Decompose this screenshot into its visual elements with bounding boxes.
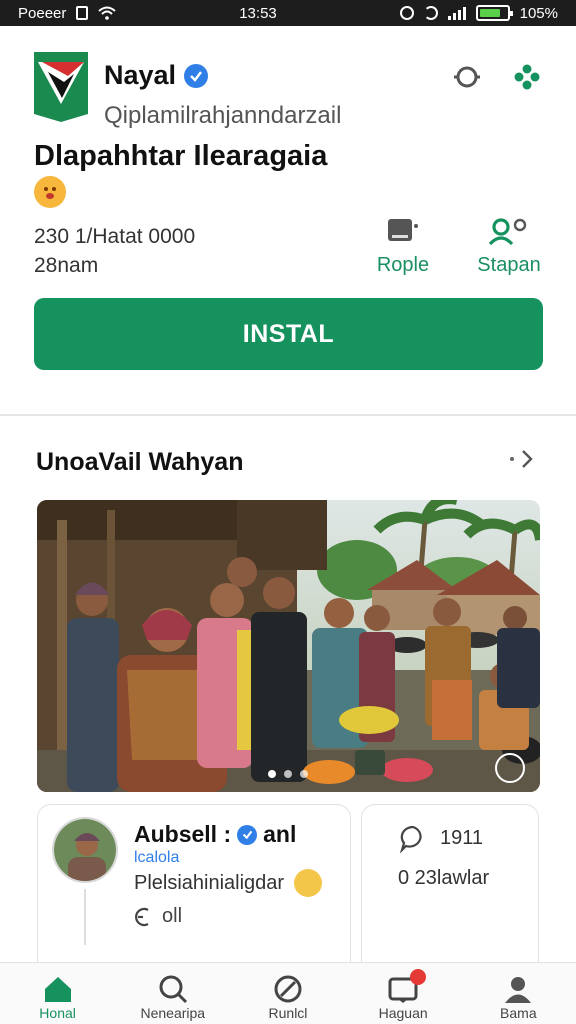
device-icon (358, 214, 448, 248)
more-dot-icon (510, 457, 514, 461)
alarm-icon (399, 6, 414, 20)
people-label: Rople (376, 254, 430, 276)
nav-label-inbox: Haguan (378, 1005, 428, 1021)
comment-author-name: Aubsell : (134, 821, 232, 847)
stapan-label: Stapan (477, 254, 541, 276)
nav-label-search: Nenearipa (140, 1005, 206, 1021)
emoji-reaction-icon (34, 176, 66, 208)
market-photo[interactable] (37, 500, 540, 792)
app-name: Nayal (104, 60, 209, 91)
section-more-button[interactable] (510, 448, 534, 470)
section-title: UnoaVail Wahyan (36, 448, 244, 476)
settings-icon[interactable] (450, 60, 484, 94)
avatar[interactable] (52, 817, 118, 883)
section-divider (0, 414, 576, 416)
comment-author-suffix: anl (263, 821, 297, 847)
wifi-icon (98, 6, 117, 20)
comments-count[interactable]: 1911 (398, 823, 483, 853)
clock: 13:53 (239, 4, 277, 22)
stapan-button[interactable]: Stapan (464, 214, 554, 277)
stats-line-1: 230 1/Hatat 0000 (34, 225, 196, 248)
profile-icon (463, 973, 573, 1005)
comment-tag: lcalola (134, 849, 180, 866)
home-icon (3, 973, 113, 1005)
carousel-dots[interactable] (268, 770, 308, 778)
install-button[interactable]: INSTAL (34, 298, 543, 370)
nav-label-home: Honal (39, 1005, 76, 1021)
verified-badge-icon (237, 824, 258, 845)
comment-text: Plelsiahinialigdar (134, 869, 323, 897)
nav-label-explore: Runlcl (268, 1005, 308, 1021)
search-icon (118, 973, 228, 1005)
nav-item-inbox[interactable]: Haguan (348, 963, 458, 1024)
bottom-nav: Honal Nenearipa Runlcl Haguan Bama (0, 962, 576, 1024)
chevron-right-icon (522, 450, 533, 468)
comment-author[interactable]: Aubsell : anl (134, 821, 296, 848)
carousel-dot[interactable] (268, 770, 276, 778)
sim-icon (76, 6, 89, 20)
carousel-dot[interactable] (300, 770, 308, 778)
reply-label: oll (162, 905, 183, 927)
page-title: Dlapahhtar Ilearagaia (34, 140, 328, 172)
lawlar-count: 0 23lawlar (398, 867, 490, 889)
carousel-dot[interactable] (284, 770, 292, 778)
smile-emoji-icon (294, 869, 323, 897)
app-stats: 230 1/Hatat 0000 28nam (34, 222, 195, 280)
compass-icon (233, 973, 343, 1005)
comment-text-body: Plelsiahinialigdar (134, 871, 285, 894)
inbox-icon (348, 973, 458, 1005)
app-handle: Qiplamilrahjanndarzail (104, 102, 342, 129)
status-bar: Poeeer 13:53 105% (0, 0, 576, 26)
thread-line (84, 889, 86, 945)
nav-item-search[interactable]: Nenearipa (118, 963, 228, 1024)
people-button[interactable]: Rople (358, 214, 448, 277)
share-icon[interactable] (510, 60, 544, 94)
reply-icon (135, 907, 149, 926)
people-icon (464, 214, 554, 248)
reply-button[interactable]: oll (134, 905, 182, 928)
nav-label-profile: Bama (500, 1005, 537, 1021)
battery-percent: 105% (519, 4, 558, 22)
nav-item-home[interactable]: Honal (3, 963, 113, 1024)
app-name-text: Nayal (104, 60, 177, 90)
signal-icon (447, 6, 466, 20)
carrier-label: Poeeer (18, 4, 67, 22)
comments-count-value: 1911 (440, 826, 484, 849)
verified-badge-icon (184, 63, 209, 88)
battery-icon (475, 5, 513, 21)
nav-item-profile[interactable]: Bama (463, 963, 573, 1024)
flag-app-icon (34, 52, 88, 122)
sync-icon (423, 6, 438, 20)
stats-line-2: 28nam (34, 254, 99, 277)
nav-item-explore[interactable]: Runlcl (233, 963, 343, 1024)
comment-bubble-icon (399, 825, 422, 853)
